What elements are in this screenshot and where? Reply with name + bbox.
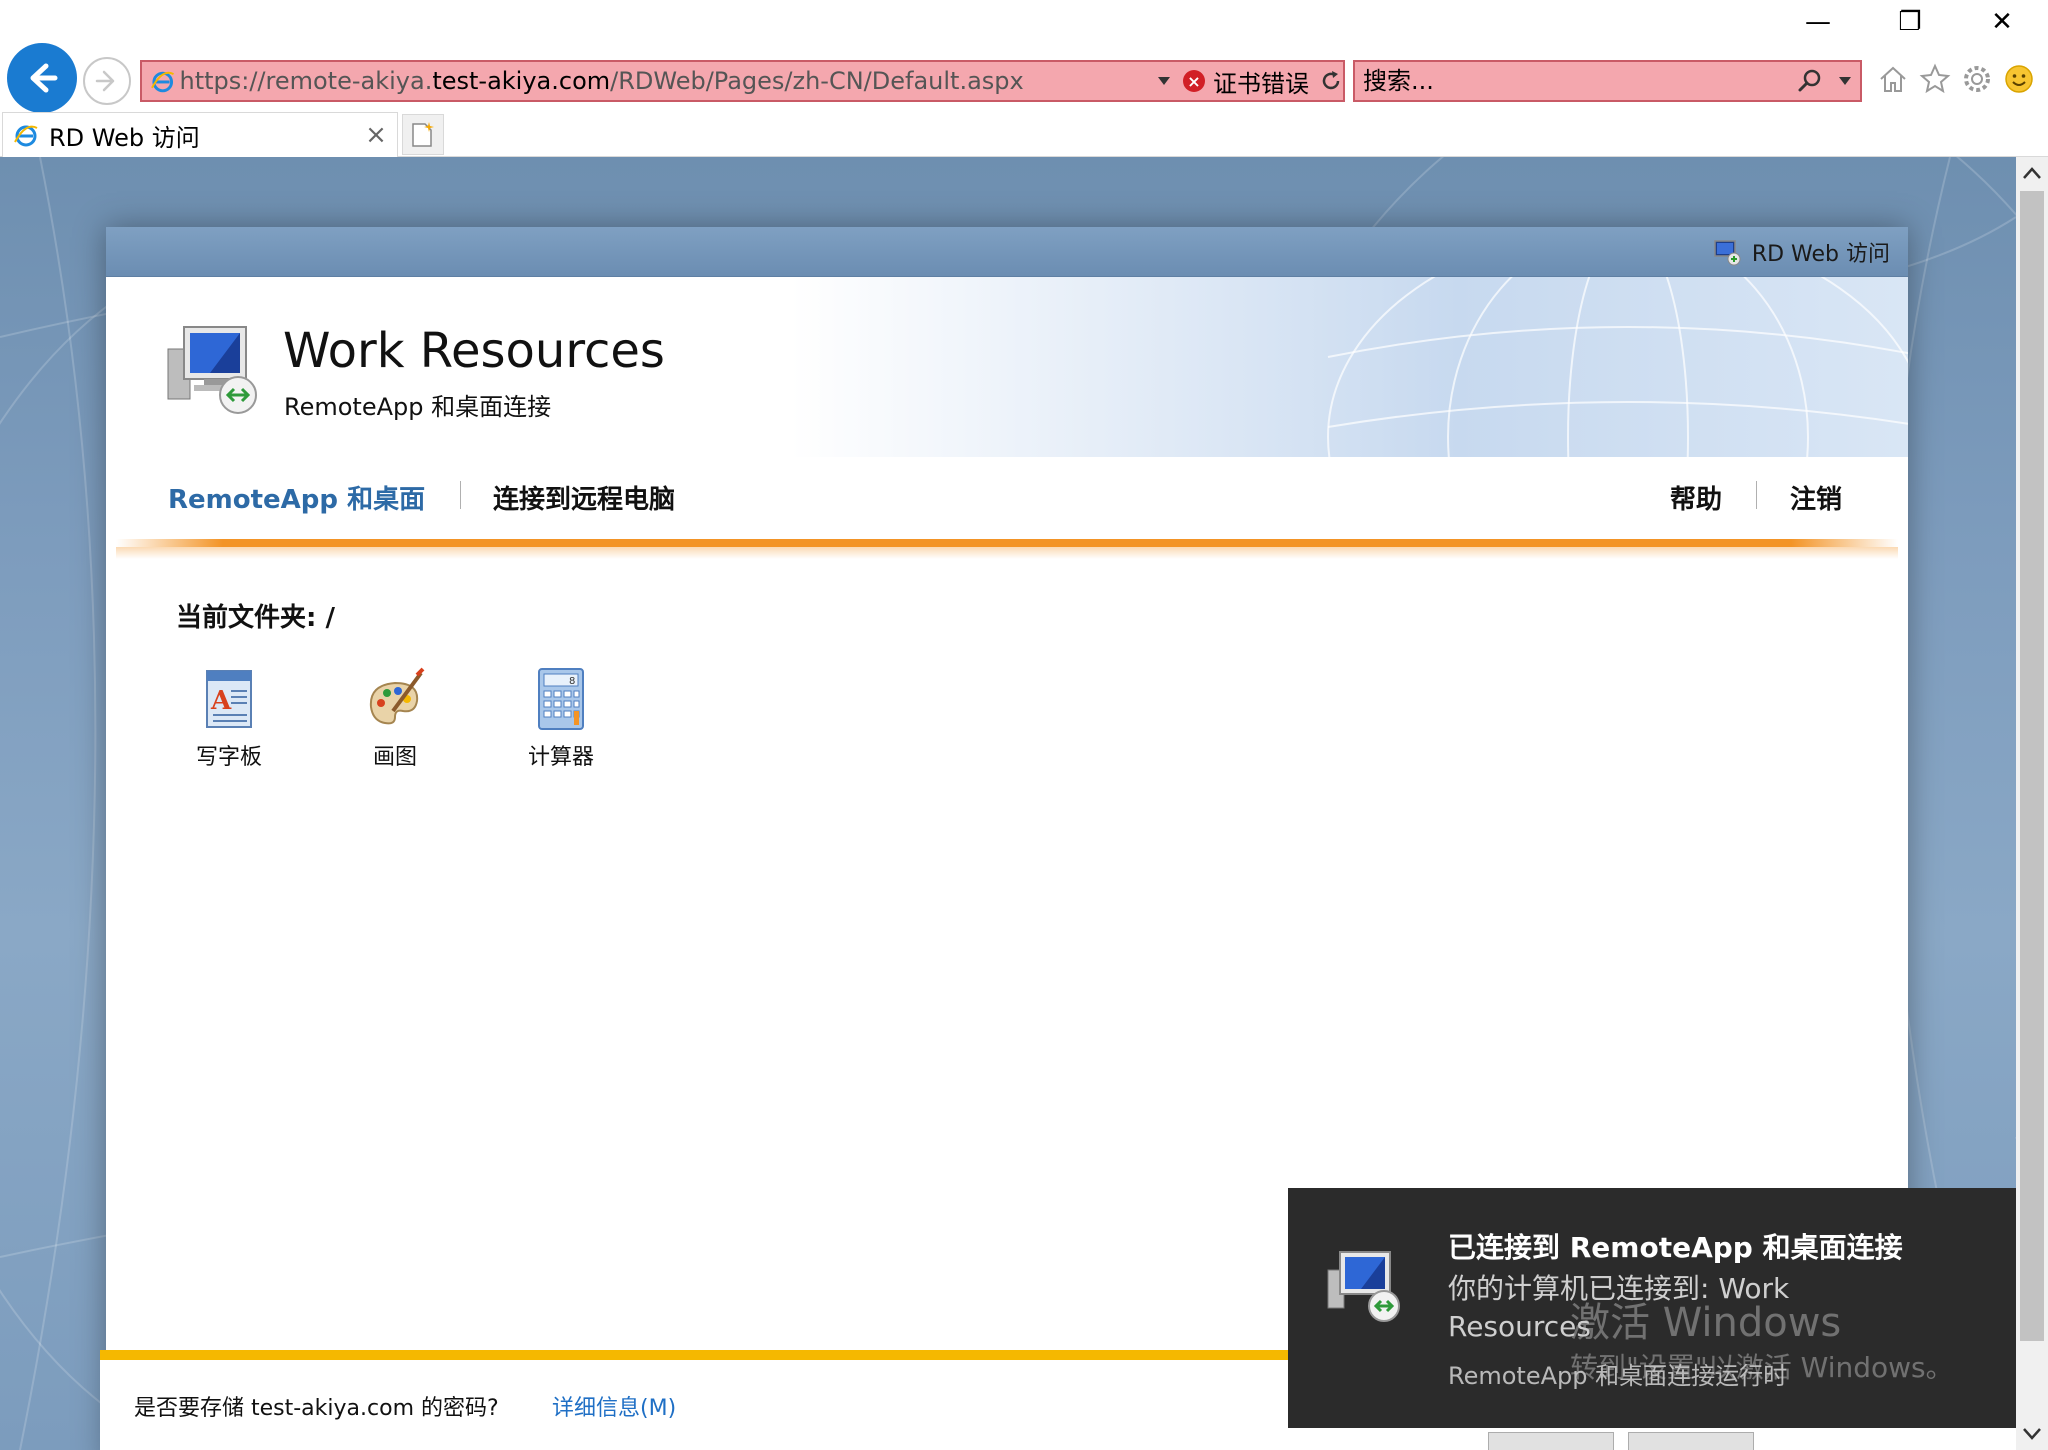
refresh-icon[interactable] — [1319, 69, 1343, 93]
remote-desktop-icon — [1327, 1251, 1400, 1322]
panel-header: Work Resources RemoteApp 和桌面连接 — [106, 277, 1908, 457]
calculator-icon: 8 — [538, 668, 584, 730]
current-folder-label: 当前文件夹: / — [176, 603, 335, 633]
scroll-down-button[interactable] — [2016, 1418, 2048, 1450]
nav-underline-glow — [116, 547, 1898, 559]
search-input[interactable] — [1355, 62, 1790, 100]
page-subtitle: RemoteApp 和桌面连接 — [284, 393, 552, 421]
ie-logo-icon — [14, 125, 38, 147]
nav-divider — [1756, 481, 1757, 509]
wordpad-icon: A — [206, 670, 252, 728]
scroll-up-button[interactable] — [2016, 157, 2048, 189]
arrow-left-icon — [30, 63, 58, 93]
forward-button[interactable] — [83, 57, 131, 105]
globe-decoration — [1327, 277, 1908, 457]
caret-down-icon — [1839, 77, 1851, 85]
new-tab-button[interactable] — [402, 114, 444, 155]
chevron-down-icon — [2023, 1428, 2041, 1440]
svg-text:A: A — [210, 686, 232, 716]
panel-topbar: RD Web 访问 — [106, 227, 1908, 277]
home-icon — [1880, 66, 1906, 92]
smiley-icon — [2005, 65, 2033, 93]
app-label: 写字板 — [195, 745, 262, 770]
url-prefix: https://remote-akiya. — [179, 67, 433, 95]
remote-desktop-logo — [167, 326, 257, 414]
toast-title: 已连接到 RemoteApp 和桌面连接 — [1448, 1231, 1903, 1264]
caret-down-icon — [1158, 77, 1171, 85]
nav-divider — [460, 481, 461, 509]
url-path: /RDWeb/Pages/zh-CN/Default.aspx — [610, 67, 1024, 95]
paint-icon — [369, 667, 425, 725]
scroll-thumb[interactable] — [2020, 191, 2044, 1341]
error-icon: × — [1183, 70, 1205, 92]
url-host: test-akiya.com — [432, 67, 611, 95]
connection-toast[interactable]: 已连接到 RemoteApp 和桌面连接 你的计算机已连接到: Work Res… — [1288, 1188, 2016, 1428]
rdweb-icon — [1714, 239, 1741, 265]
nav-connect[interactable]: 连接到远程电脑 — [493, 479, 675, 516]
nav-remoteapp[interactable]: RemoteApp 和桌面 — [168, 479, 425, 516]
nav-logout[interactable]: 注销 — [1790, 479, 1842, 516]
feedback-button[interactable] — [2002, 60, 2036, 98]
app-label: 画图 — [372, 745, 417, 770]
window-controls: — ❐ ✕ — [1772, 0, 2048, 44]
back-button[interactable] — [7, 43, 77, 113]
vertical-scrollbar[interactable] — [2016, 157, 2048, 1450]
search-icon — [1798, 69, 1821, 92]
nav-underline — [116, 539, 1898, 547]
nav-help[interactable]: 帮助 — [1670, 479, 1722, 516]
address-dropdown[interactable] — [1150, 76, 1179, 86]
save-password-question: 是否要存储 test-akiya.com 的密码? — [134, 1396, 499, 1421]
toast-footer: RemoteApp 和桌面连接运行时 — [1448, 1362, 1788, 1390]
close-tab-icon[interactable]: × — [361, 120, 391, 150]
toast-body: 你的计算机已连接到: Work Resources — [1448, 1272, 1790, 1343]
browser-chrome: — ❐ ✕ https://remote-akiya.test-akiya.co… — [0, 0, 2048, 157]
favorites-button[interactable] — [1918, 60, 1952, 98]
restore-button[interactable]: ❐ — [1864, 0, 1956, 44]
search-dropdown[interactable] — [1830, 76, 1860, 86]
gear-icon — [1964, 66, 1990, 92]
address-bar[interactable]: https://remote-akiya.test-akiya.com/RDWe… — [140, 60, 1345, 102]
arrow-right-icon — [95, 70, 115, 92]
save-password-yes-button[interactable] — [1488, 1432, 1614, 1450]
details-link[interactable]: 详细信息(M) — [552, 1390, 676, 1422]
close-button[interactable]: ✕ — [1956, 0, 2048, 44]
main-nav: RemoteApp 和桌面 连接到远程电脑 帮助 注销 — [106, 479, 1908, 539]
cert-error-label: 证书错误 — [1213, 69, 1309, 98]
star-icon — [1919, 63, 1951, 94]
app-wordpad[interactable]: A 写字板 — [146, 667, 312, 771]
app-paint[interactable]: 画图 — [312, 667, 478, 771]
page-title: Work Resources — [283, 323, 665, 379]
home-button[interactable] — [1876, 60, 1910, 98]
app-list: A 写字板 画图 8 计算器 — [146, 667, 644, 771]
certificate-error[interactable]: × 证书错误 — [1183, 64, 1343, 99]
svg-text:8: 8 — [569, 676, 575, 687]
chevron-up-icon — [2023, 167, 2041, 179]
toolbar-icons — [1876, 60, 2036, 98]
app-label: 计算器 — [527, 745, 594, 770]
save-password-no-button[interactable] — [1628, 1432, 1754, 1450]
tab-strip: RD Web 访问 × — [0, 112, 2048, 157]
tab-rd-web[interactable]: RD Web 访问 × — [2, 112, 398, 157]
settings-button[interactable] — [1960, 60, 1994, 98]
minimize-button[interactable]: — — [1772, 0, 1864, 44]
address-url[interactable]: https://remote-akiya.test-akiya.com/RDWe… — [179, 67, 1149, 95]
topbar-title: RD Web 访问 — [1751, 241, 1890, 267]
save-password-buttons — [1488, 1432, 1754, 1450]
search-button[interactable] — [1790, 68, 1830, 94]
tab-title: RD Web 访问 — [49, 123, 200, 152]
new-tab-icon — [412, 121, 434, 147]
ie-logo-icon — [151, 71, 174, 93]
app-calculator[interactable]: 8 计算器 — [478, 667, 644, 771]
search-bar — [1353, 60, 1862, 102]
